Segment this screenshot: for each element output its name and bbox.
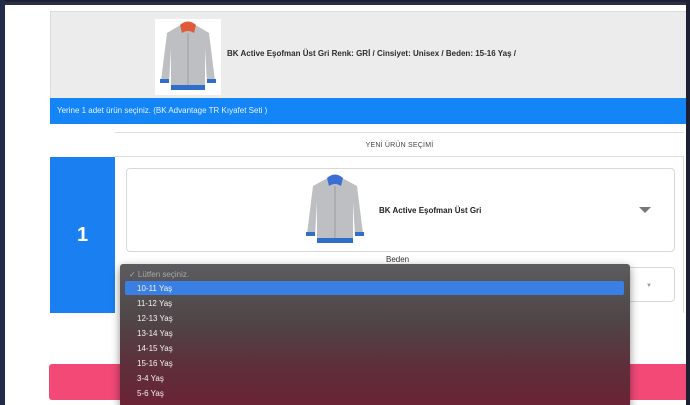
product-select[interactable]: BK Active Eşofman Üst Gri: [126, 168, 675, 252]
dropdown-option[interactable]: 10-11 Yaş: [125, 281, 624, 295]
dropdown-option[interactable]: 5-6 Yaş: [125, 386, 624, 400]
jacket-image: [306, 174, 364, 243]
selected-product-name: BK Active Eşofman Üst Gri: [379, 206, 482, 215]
panel-right-border: [683, 157, 684, 313]
page-window: BK Active Eşofman Üst Gri Renk: GRİ / Ci…: [5, 2, 690, 405]
dropdown-option[interactable]: 11-12 Yaş: [125, 296, 624, 310]
new-product-selection-header: YENİ ÜRÜN SEÇİMİ: [115, 132, 684, 157]
product-description: BK Active Eşofman Üst Gri Renk: GRİ / Ci…: [227, 49, 516, 58]
chevron-down-icon: ▼: [646, 283, 652, 289]
dropdown-option[interactable]: 14-15 Yaş: [125, 341, 624, 355]
screen-edge-right: [686, 0, 690, 405]
jacket-thumbnail: [155, 19, 221, 95]
selection-index: 1: [50, 157, 115, 313]
dropdown-option[interactable]: 13-14 Yaş: [125, 326, 624, 340]
info-banner: Yerine 1 adet ürün seçiniz. (BK Advantag…: [50, 98, 688, 124]
size-label: Beden: [386, 255, 410, 264]
size-dropdown-list[interactable]: ✓ Lütfen seçiniz. 10-11 Yaş 11-12 Yaş 12…: [120, 264, 630, 405]
dropdown-option[interactable]: 3-4 Yaş: [125, 371, 624, 385]
original-product-card: BK Active Eşofman Üst Gri Renk: GRİ / Ci…: [50, 11, 688, 100]
chevron-down-icon[interactable]: [639, 207, 651, 213]
top-bar: [5, 2, 690, 5]
dropdown-option[interactable]: 15-16 Yaş: [125, 356, 624, 370]
dropdown-placeholder[interactable]: ✓ Lütfen seçiniz.: [125, 267, 624, 281]
dropdown-option[interactable]: 12-13 Yaş: [125, 311, 624, 325]
